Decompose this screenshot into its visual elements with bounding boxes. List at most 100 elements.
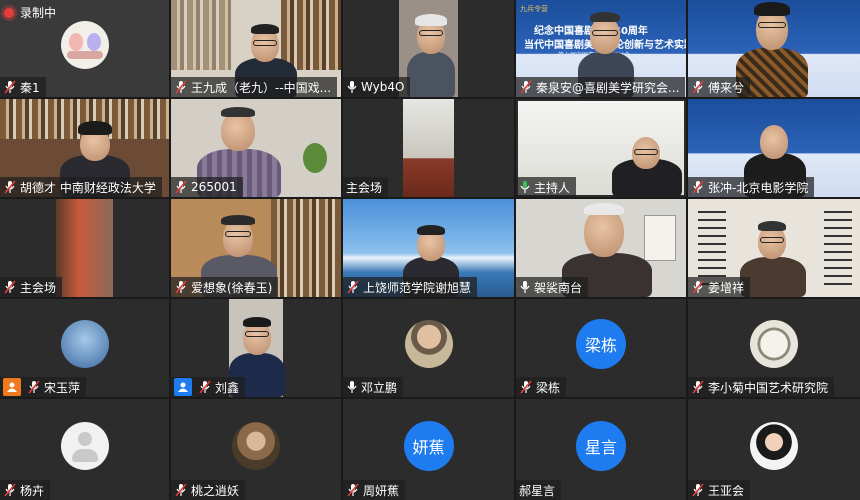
mic-speaking-icon (520, 181, 530, 193)
participant-tile[interactable]: 265001 (171, 99, 341, 197)
participant-avatar (750, 421, 798, 470)
participant-tile[interactable]: 傅来兮 (688, 0, 860, 97)
participant-nameplate: 宋玉萍 (0, 377, 87, 397)
participant-tile[interactable]: 王九成（老九）--中国戏... (171, 0, 341, 97)
participant-nameplate: 主会场 (0, 277, 63, 297)
mic-off-icon (199, 380, 211, 394)
participant-tile[interactable]: 杨卉 (0, 399, 169, 500)
participant-avatar-initials: 妍蕉 (403, 420, 454, 471)
participant-name: 宋玉萍 (44, 380, 81, 395)
participant-name: 秦1 (20, 80, 40, 95)
participant-name: 傅来兮 (708, 80, 745, 95)
participant-tile[interactable]: 胡德才 中南财经政法大学 (0, 99, 169, 197)
mic-icon (347, 381, 357, 393)
participant-nameplate: 王亚会 (688, 480, 751, 500)
participant-name: 梁栋 (536, 380, 561, 395)
participant-name: 主持人 (534, 180, 571, 195)
mic-off-icon (28, 380, 40, 394)
participant-name: 主会场 (20, 280, 57, 295)
mic-off-icon (692, 80, 704, 94)
participant-nameplate: 李小菊中国艺术研究院 (688, 377, 835, 397)
default-avatar-icon (60, 421, 109, 470)
participant-tile[interactable]: 邓立鹏 (343, 299, 514, 397)
participant-tile[interactable]: 爱想象(徐春玉) (171, 199, 341, 297)
participant-nameplate: 郝星言 (516, 480, 562, 500)
participant-tile[interactable]: 妍蕉 周妍蕉 (343, 399, 514, 500)
participant-name: 上饶师范学院谢旭慧 (363, 280, 472, 295)
participant-tile[interactable]: 王亚会 (688, 399, 860, 500)
participant-nameplate: 刘鑫 (171, 377, 246, 397)
participant-tile[interactable]: 袈裟南台 (516, 199, 686, 297)
mic-off-icon (175, 483, 187, 497)
participant-name: 爱想象(徐春玉) (191, 280, 273, 295)
participant-nameplate: 杨卉 (0, 480, 51, 500)
participant-nameplate: 主会场 (343, 177, 389, 197)
participant-name: 张冲-北京电影学院 (708, 180, 809, 195)
banner-logo-text: 九兵令营 (520, 5, 548, 13)
participant-tile[interactable]: 姜增祥 (688, 199, 860, 297)
mic-off-icon (4, 483, 16, 497)
participant-tile[interactable]: 李小菊中国艺术研究院 (688, 299, 860, 397)
participant-nameplate: 傅来兮 (688, 77, 751, 97)
participant-nameplate: 周妍蕉 (343, 480, 406, 500)
recording-label: 录制中 (20, 6, 57, 20)
participant-avatar-initials: 梁栋 (576, 319, 626, 369)
participant-avatar (232, 421, 280, 470)
participant-tile[interactable]: Wyb4O (343, 0, 514, 97)
mic-off-icon (692, 280, 704, 294)
participant-name: 周妍蕉 (363, 483, 400, 498)
participant-tile[interactable]: 星言 郝星言 (516, 399, 686, 500)
participant-nameplate: 胡德才 中南财经政法大学 (0, 177, 162, 197)
participant-name: 袈裟南台 (534, 280, 583, 295)
participant-name: 邓立鹏 (361, 380, 398, 395)
participant-tile[interactable]: 主会场 (343, 99, 514, 197)
participant-tile[interactable]: 刘鑫 (171, 299, 341, 397)
participant-tile[interactable]: 九兵令营 纪念中国喜剧美学40周年 当代中国喜剧美学理论创新与艺术实践 ——第七… (516, 0, 686, 97)
user-icon (174, 378, 192, 396)
participant-name: 王亚会 (708, 483, 745, 498)
participant-name: 秦泉安@喜剧美学研究会... (536, 80, 680, 95)
mic-off-icon (692, 483, 704, 497)
user-icon (3, 378, 21, 396)
mic-off-icon (520, 80, 532, 94)
participant-tile[interactable]: 上饶师范学院谢旭慧 (343, 199, 514, 297)
participant-tile[interactable]: 桃之逍妖 (171, 399, 341, 500)
mic-off-icon (347, 280, 359, 294)
participant-nameplate: 爱想象(徐春玉) (171, 277, 279, 297)
participant-nameplate: 桃之逍妖 (171, 480, 246, 500)
mic-off-icon (4, 180, 16, 194)
participant-tile[interactable]: 张冲-北京电影学院 (688, 99, 860, 197)
participant-name: 主会场 (346, 180, 383, 195)
participant-name: 郝星言 (519, 483, 556, 498)
participant-tile-active-speaker[interactable]: 主持人 (516, 99, 686, 197)
participant-name: 杨卉 (20, 483, 45, 498)
mic-off-icon (175, 180, 187, 194)
participant-name: Wyb4O (361, 80, 405, 94)
mic-off-icon (175, 80, 187, 94)
participant-avatar-initials: 星言 (576, 420, 626, 471)
participant-nameplate: 张冲-北京电影学院 (688, 177, 815, 197)
participant-avatar (60, 20, 109, 69)
participant-nameplate: 梁栋 (516, 377, 567, 397)
participant-nameplate: 主持人 (516, 177, 577, 197)
video-gallery-grid: 录制中 秦1 王九成（老九）--中国戏... Wyb4O 九兵令营 秦泉安@喜剧… (0, 0, 860, 500)
participant-name: 胡德才 中南财经政法大学 (20, 180, 156, 195)
recording-indicator: 录制中 (4, 4, 56, 21)
participant-tile[interactable]: 录制中 秦1 (0, 0, 169, 97)
mic-off-icon (4, 80, 16, 94)
participant-avatar (60, 320, 109, 368)
participant-nameplate: 秦泉安@喜剧美学研究会... (516, 77, 686, 97)
participant-name: 王九成（老九）--中国戏... (191, 80, 332, 95)
mic-off-icon (175, 280, 187, 294)
mic-off-icon (4, 280, 16, 294)
mic-icon (347, 81, 357, 93)
participant-nameplate: 王九成（老九）--中国戏... (171, 77, 338, 97)
mic-off-icon (520, 380, 532, 394)
participant-name: 姜增祥 (708, 280, 745, 295)
record-dot-icon (4, 7, 14, 18)
participant-tile[interactable]: 梁栋 梁栋 (516, 299, 686, 397)
participant-nameplate: 邓立鹏 (343, 377, 404, 397)
mic-off-icon (692, 380, 704, 394)
participant-tile[interactable]: 主会场 (0, 199, 169, 297)
participant-tile[interactable]: 宋玉萍 (0, 299, 169, 397)
